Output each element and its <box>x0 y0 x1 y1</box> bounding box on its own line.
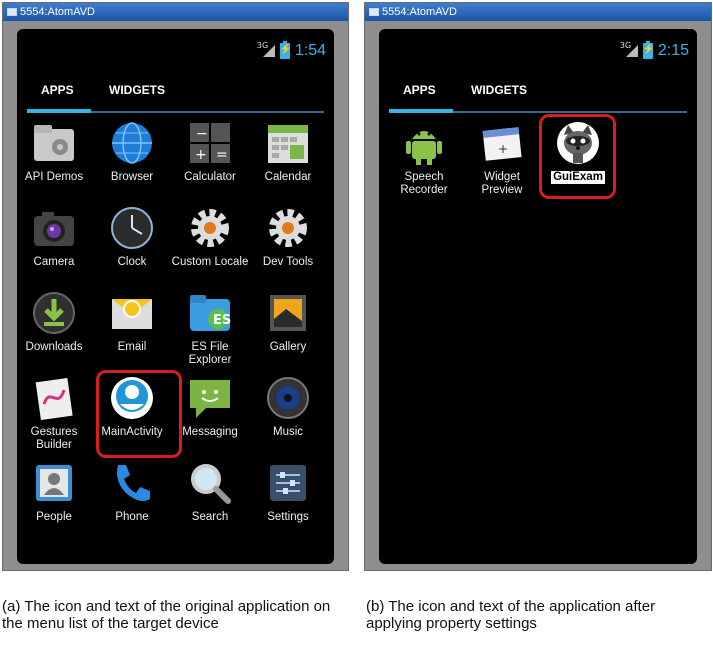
app-phone[interactable]: Phone <box>93 461 171 524</box>
app-label: Settings <box>267 511 309 523</box>
app-label: Speech Recorder <box>400 171 448 196</box>
window-titlebar: 5554:AtomAVD <box>3 3 348 21</box>
app-label: ES File Explorer <box>188 341 232 366</box>
status-bar: 3G 1:54 <box>257 39 326 63</box>
app-label: Search <box>191 511 229 523</box>
music-icon <box>266 376 310 420</box>
tab-indicator <box>27 109 91 113</box>
app-search[interactable]: Search <box>171 461 249 524</box>
signal-icon: 3G <box>257 41 275 59</box>
app-label: Music <box>272 426 304 438</box>
device-screen: 3G 2:15 APPS WIDGETS Speech Recorder + W… <box>379 29 697 564</box>
app-speech-recorder[interactable]: Speech Recorder <box>385 121 463 197</box>
email-icon <box>110 291 154 335</box>
tab-apps[interactable]: APPS <box>403 83 436 97</box>
emulator-window-a: 5554:AtomAVD 3G 1:54 APPS WIDGETS API De… <box>2 2 349 571</box>
gallery-icon <box>266 291 310 335</box>
gestures-icon <box>32 376 76 421</box>
battery-icon <box>279 41 292 59</box>
app-label: API Demos <box>24 171 84 183</box>
app-api-demos[interactable]: API Demos <box>17 121 93 184</box>
app-camera[interactable]: Camera <box>17 206 93 269</box>
app-gestures-builder[interactable]: Gestures Builder <box>17 376 93 452</box>
android-robot-icon <box>402 121 446 165</box>
app-downloads[interactable]: Downloads <box>17 291 93 354</box>
calculator-icon: − = + <box>188 121 232 165</box>
contacts-icon <box>32 461 76 505</box>
app-label: Email <box>117 341 147 353</box>
app-label: Camera <box>33 256 75 268</box>
window-title: 5554:AtomAVD <box>382 6 458 18</box>
svg-text:+: + <box>498 142 508 156</box>
app-music[interactable]: Music <box>249 376 327 439</box>
app-label: Custom Locale <box>171 256 249 268</box>
app-messaging[interactable]: Messaging <box>171 376 249 439</box>
app-email[interactable]: Email <box>93 291 171 354</box>
app-label: Gestures Builder <box>30 426 78 451</box>
signal-icon: 3G <box>620 41 638 59</box>
app-clock[interactable]: Clock <box>93 206 171 269</box>
app-dev-tools[interactable]: Dev Tools <box>249 206 327 269</box>
tab-widgets[interactable]: WIDGETS <box>109 83 165 97</box>
app-label: Gallery <box>269 341 307 353</box>
battery-icon <box>642 41 655 59</box>
folder-gear-icon <box>32 121 76 165</box>
app-label: Calendar <box>264 171 312 183</box>
app-browser[interactable]: Browser <box>93 121 171 184</box>
window-title: 5554:AtomAVD <box>20 6 96 18</box>
status-time: 2:15 <box>657 42 689 59</box>
svg-text:ES: ES <box>213 313 231 328</box>
message-icon <box>188 376 232 420</box>
app-custom-locale[interactable]: Custom Locale <box>171 206 249 269</box>
svg-text:=: = <box>216 147 228 163</box>
tab-bar: APPS WIDGETS <box>389 79 687 113</box>
app-label: Clock <box>117 256 147 268</box>
clock-icon <box>110 206 154 250</box>
highlight-box <box>96 370 182 458</box>
svg-text:−: − <box>196 126 208 142</box>
phone-icon <box>110 461 154 505</box>
status-time: 1:54 <box>294 42 326 59</box>
app-es-file-explorer[interactable]: ES ES File Explorer <box>171 291 249 367</box>
highlight-box <box>539 114 616 199</box>
gear-icon <box>188 206 232 250</box>
tab-bar: APPS WIDGETS <box>27 79 324 113</box>
window-icon <box>369 8 379 17</box>
app-label: Browser <box>110 171 154 183</box>
window-titlebar: 5554:AtomAVD <box>365 3 711 21</box>
tab-apps[interactable]: APPS <box>41 83 74 97</box>
download-icon <box>32 291 76 335</box>
caption-a: (a) The icon and text of the original ap… <box>2 598 331 632</box>
app-label: Calculator <box>184 171 236 183</box>
app-calculator[interactable]: − = + Calculator <box>171 121 249 184</box>
widget-preview-icon: + <box>480 121 524 165</box>
gear-icon <box>266 206 310 250</box>
emulator-window-b: 5554:AtomAVD 3G 2:15 APPS WIDGETS Speech… <box>364 2 712 571</box>
status-bar: 3G 2:15 <box>620 39 689 63</box>
settings-sliders-icon <box>266 461 310 505</box>
app-label: Downloads <box>25 341 83 353</box>
app-settings[interactable]: Settings <box>249 461 327 524</box>
app-label: Dev Tools <box>262 256 314 268</box>
app-gallery[interactable]: Gallery <box>249 291 327 354</box>
app-label: Phone <box>115 511 149 523</box>
camera-icon <box>32 206 76 250</box>
app-label: People <box>36 511 72 523</box>
app-widget-preview[interactable]: + Widget Preview <box>463 121 541 197</box>
svg-text:+: + <box>195 147 207 163</box>
calendar-icon <box>266 121 310 165</box>
folder-icon: ES <box>188 291 232 335</box>
magnifier-icon <box>188 461 232 505</box>
tab-indicator <box>389 109 453 113</box>
device-screen: 3G 1:54 APPS WIDGETS API Demos Browser −… <box>17 29 334 564</box>
window-icon <box>7 8 17 17</box>
app-calendar[interactable]: Calendar <box>249 121 327 184</box>
app-label: Messaging <box>182 426 238 438</box>
caption-b: (b) The icon and text of the application… <box>366 598 656 632</box>
globe-icon <box>110 121 154 165</box>
app-people[interactable]: People <box>17 461 93 524</box>
tab-widgets[interactable]: WIDGETS <box>471 83 527 97</box>
app-label: Widget Preview <box>481 171 523 196</box>
